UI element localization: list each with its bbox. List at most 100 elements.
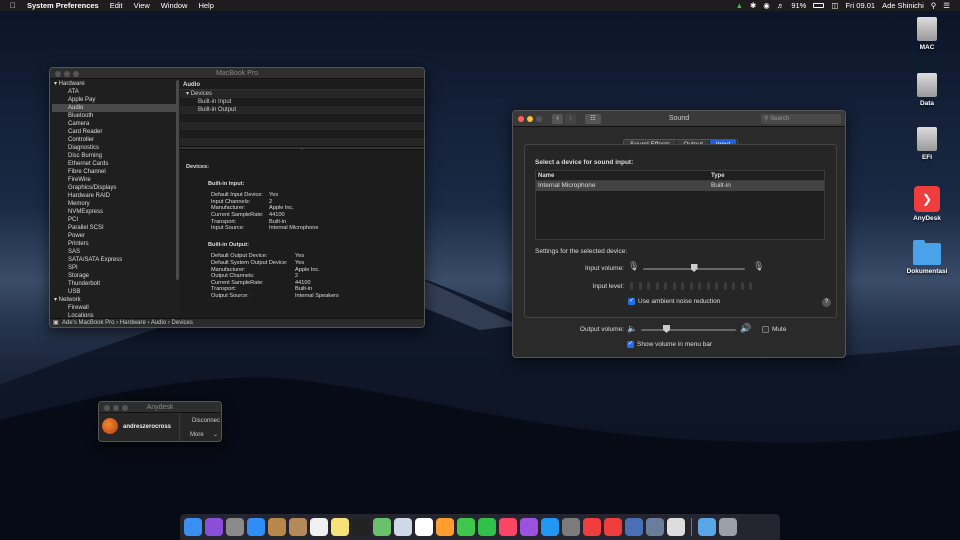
sidebar-item[interactable]: FireWire: [52, 176, 176, 184]
menu-help[interactable]: Help: [198, 1, 213, 10]
dock-notes-icon[interactable]: [331, 518, 349, 536]
zoom-button[interactable]: [536, 116, 542, 122]
clock[interactable]: Fri 09.01: [845, 1, 875, 10]
dock-facetime-icon[interactable]: [478, 518, 496, 536]
col-type[interactable]: Type: [711, 171, 725, 181]
notification-center-icon[interactable]: ☰: [943, 1, 950, 10]
dock-contacts-icon[interactable]: [289, 518, 307, 536]
dock-anydesk-icon[interactable]: [583, 518, 601, 536]
sidebar-item[interactable]: Camera: [52, 120, 176, 128]
sidebar-item[interactable]: Printers: [52, 240, 176, 248]
sidebar-item[interactable]: Hardware RAID: [52, 192, 176, 200]
col-name[interactable]: Name: [538, 171, 554, 181]
menu-window[interactable]: Window: [161, 1, 188, 10]
dock-anydesk-2-icon[interactable]: [604, 518, 622, 536]
dock-photos-icon[interactable]: [436, 518, 454, 536]
sidebar-item[interactable]: Audio: [52, 104, 176, 112]
dock-mail-stamp-icon[interactable]: [268, 518, 286, 536]
sidebar-item[interactable]: NVMExpress: [52, 208, 176, 216]
tree-row-built-in-output[interactable]: Built-in Output: [180, 106, 424, 114]
dock-reminders-icon[interactable]: [415, 518, 433, 536]
close-button[interactable]: [518, 116, 524, 122]
menu-view[interactable]: View: [134, 1, 150, 10]
dock-app-store-icon[interactable]: [541, 518, 559, 536]
sidebar-item[interactable]: ATA: [52, 88, 176, 96]
menu-edit[interactable]: Edit: [110, 1, 123, 10]
chevron-down-icon[interactable]: ⌄: [213, 431, 218, 438]
sidebar-item[interactable]: Graphics/Displays: [52, 184, 176, 192]
output-volume-slider[interactable]: [641, 325, 736, 335]
dock-launchpad-icon[interactable]: [226, 518, 244, 536]
tree-row-devices[interactable]: ▾ Devices: [180, 90, 424, 98]
sidebar-scrollbar[interactable]: [176, 80, 179, 280]
sidebar-item[interactable]: Controller: [52, 136, 176, 144]
sidebar-group[interactable]: ▾ Network: [52, 296, 176, 304]
split-divider[interactable]: •: [180, 146, 424, 151]
sysinfo-titlebar[interactable]: MacBook Pro: [50, 68, 424, 79]
dock-finder-icon[interactable]: [184, 518, 202, 536]
input-volume-knob[interactable]: [690, 264, 698, 272]
dock-system-preferences-icon[interactable]: [562, 518, 580, 536]
spotlight-icon[interactable]: ⚲: [931, 1, 937, 10]
help-button[interactable]: ?: [822, 298, 831, 307]
show-all-grid-icon[interactable]: ☷: [585, 114, 601, 124]
desktop-icon-dokumentasi[interactable]: Dokumentasi: [905, 240, 949, 275]
signal-icon[interactable]: ▲: [736, 1, 743, 10]
mute-checkbox[interactable]: Mute: [762, 326, 786, 333]
sidebar-item[interactable]: Apple Pay: [52, 96, 176, 104]
minimize-button[interactable]: [113, 405, 119, 411]
dock-music-icon[interactable]: [499, 518, 517, 536]
dock-trash-icon[interactable]: [719, 518, 737, 536]
sidebar-item[interactable]: PCI: [52, 216, 176, 224]
wifi-icon[interactable]: ◉: [763, 1, 770, 10]
tree-row-built-in-input[interactable]: Built-in Input: [180, 98, 424, 106]
noise-reduction-checkbox[interactable]: ✓ Use ambient noise reduction: [628, 298, 720, 305]
close-button[interactable]: [104, 405, 110, 411]
apple-icon[interactable]: : [10, 1, 16, 10]
disconnect-button[interactable]: Disconnec: [192, 418, 220, 424]
sidebar-item[interactable]: Diagnostics: [52, 144, 176, 152]
table-header[interactable]: Audio: [180, 80, 424, 90]
sidebar-item[interactable]: USB: [52, 288, 176, 296]
desktop-icon-efi[interactable]: EFI: [905, 127, 949, 161]
sidebar-item[interactable]: Fibre Channel: [52, 168, 176, 176]
sidebar-group[interactable]: ▾ Hardware: [52, 80, 176, 88]
input-source-icon[interactable]: ◫: [831, 1, 838, 10]
battery-percent[interactable]: 91%: [791, 1, 806, 10]
zoom-button[interactable]: [73, 71, 79, 77]
volume-icon[interactable]: ♬: [777, 1, 785, 10]
user-name[interactable]: Ade Shinichi: [882, 1, 924, 10]
minimize-button[interactable]: [527, 116, 533, 122]
zoom-button[interactable]: [122, 405, 128, 411]
sidebar-item[interactable]: Bluetooth: [52, 112, 176, 120]
dock-siri-icon[interactable]: [205, 518, 223, 536]
desktop-icon-anydesk[interactable]: ❯ AnyDesk: [905, 186, 949, 222]
app-menu[interactable]: System Preferences: [27, 1, 99, 10]
desktop-icon-mac[interactable]: MAC: [905, 17, 949, 51]
forward-button[interactable]: ›: [565, 114, 576, 124]
dock-preview-icon[interactable]: [394, 518, 412, 536]
sidebar-item[interactable]: Memory: [52, 200, 176, 208]
checkbox-box[interactable]: ✓: [628, 298, 635, 305]
sidebar-item[interactable]: Firewall: [52, 304, 176, 312]
more-button[interactable]: More: [190, 432, 204, 438]
sidebar-item[interactable]: Disc Burning: [52, 152, 176, 160]
output-volume-knob[interactable]: [663, 325, 670, 333]
dock-safari-icon[interactable]: [247, 518, 265, 536]
dock-system-information-icon[interactable]: [625, 518, 643, 536]
sidebar-item[interactable]: Storage: [52, 272, 176, 280]
sidebar-item[interactable]: SPI: [52, 264, 176, 272]
battery-icon[interactable]: [813, 3, 825, 8]
sidebar-item[interactable]: Thunderbolt: [52, 280, 176, 288]
back-button[interactable]: ‹: [552, 114, 563, 124]
device-row[interactable]: Internal Microphone Built-in: [536, 181, 824, 191]
dock-downloads-folder-icon[interactable]: [698, 518, 716, 536]
dock-maps-icon[interactable]: [373, 518, 391, 536]
dock-calendar-icon[interactable]: [310, 518, 328, 536]
show-volume-checkbox[interactable]: ✓ Show volume in menu bar: [627, 341, 712, 348]
anydesk-titlebar[interactable]: Anydesk: [99, 402, 221, 413]
checkbox-box[interactable]: [762, 326, 769, 333]
sound-titlebar[interactable]: ‹ › ☷ Sound ⚲ Search: [513, 111, 845, 127]
sidebar-item[interactable]: Power: [52, 232, 176, 240]
dock-terminal-icon[interactable]: [352, 518, 370, 536]
